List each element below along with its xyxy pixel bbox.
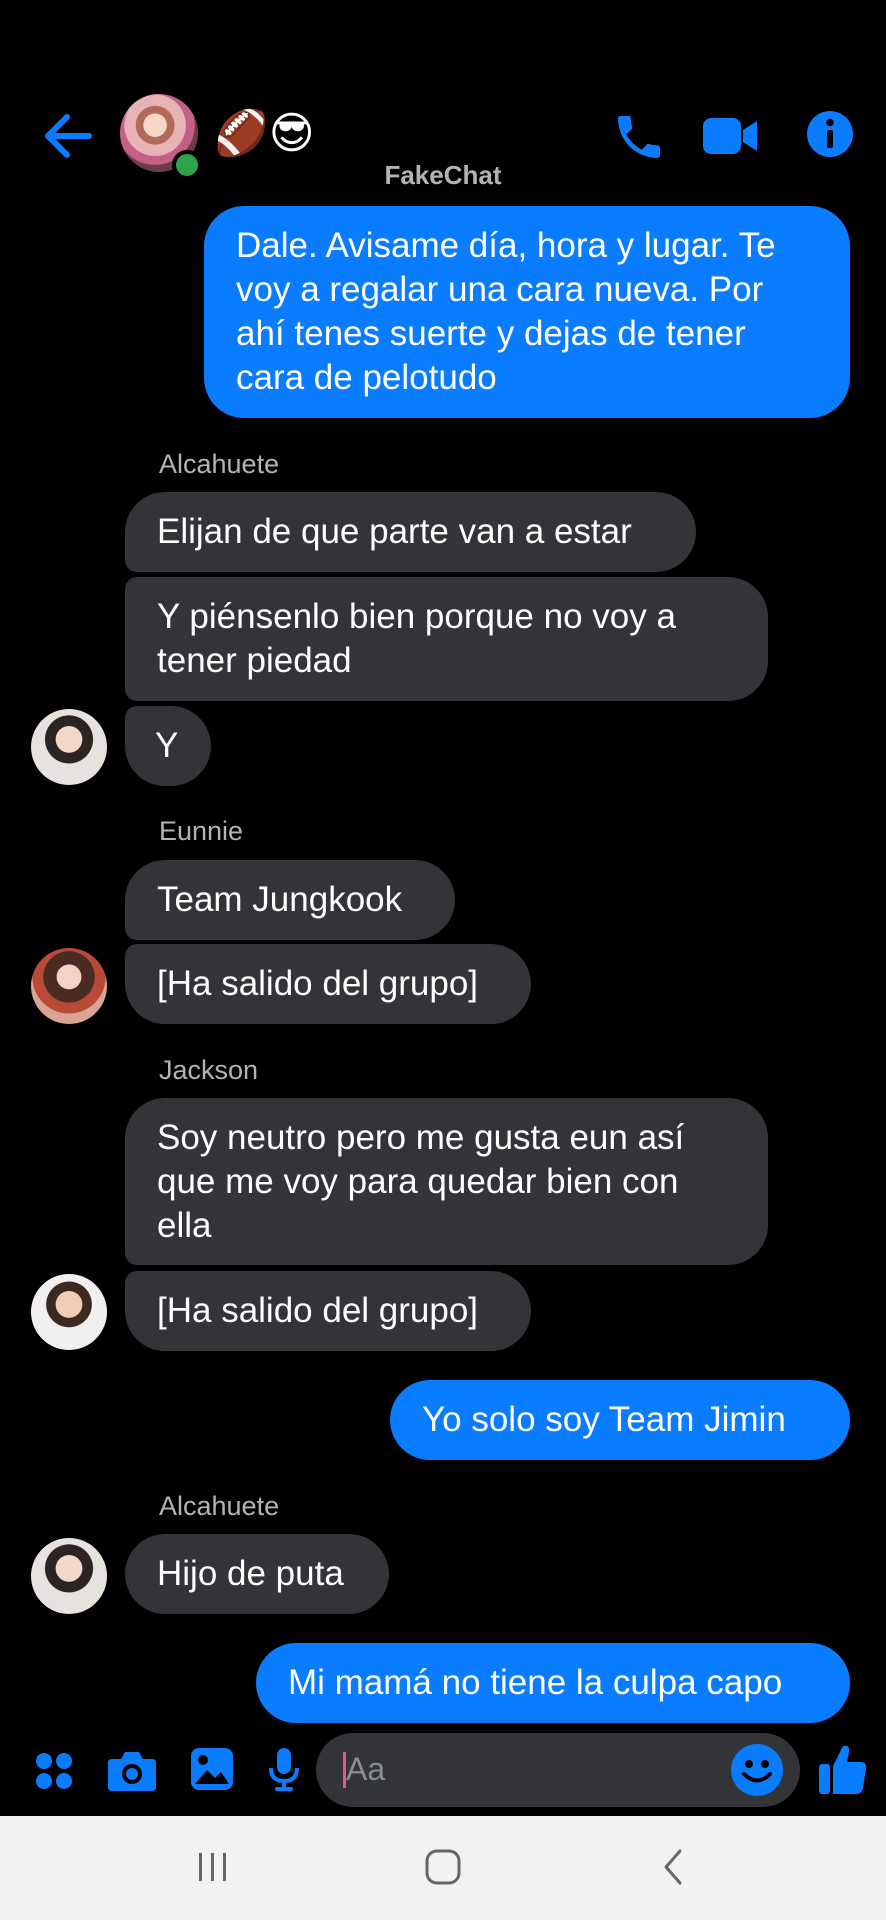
sender-avatar[interactable] [31, 1274, 107, 1350]
apps-grid-icon[interactable] [30, 1747, 78, 1795]
home-icon[interactable] [416, 1842, 470, 1892]
incoming-message[interactable]: [Ha salido del grupo] [125, 944, 531, 1024]
sender-avatar[interactable] [31, 948, 107, 1024]
outgoing-message[interactable]: Yo solo soy Team Jimin [390, 1380, 850, 1460]
info-icon[interactable] [804, 108, 856, 160]
chat-title-emojis[interactable]: 🏈😎 [214, 104, 315, 164]
sender-name: Jackson [159, 1055, 259, 1085]
microphone-icon[interactable] [262, 1743, 306, 1795]
sender-name: Eunnie [159, 816, 244, 846]
sender-name: Alcahuete [159, 1491, 280, 1521]
message-input-placeholder: Aa [346, 1751, 386, 1787]
camera-icon[interactable] [104, 1745, 160, 1797]
back-nav-icon[interactable] [646, 1842, 700, 1892]
thumbs-up-icon[interactable] [814, 1739, 872, 1799]
incoming-message[interactable]: [Ha salido del grupo] [125, 1271, 531, 1351]
phone-call-icon[interactable] [608, 106, 670, 168]
incoming-message[interactable]: Elijan de que parte van a estar [125, 492, 696, 572]
outgoing-message[interactable]: Dale. Avisame día, hora y lugar. Te voy … [204, 206, 850, 418]
incoming-message[interactable]: Y piénsenlo bien porque no voy a tener p… [125, 577, 768, 701]
incoming-message[interactable]: Hijo de puta [125, 1534, 389, 1614]
video-call-icon[interactable] [700, 110, 760, 162]
incoming-message[interactable]: Y [125, 706, 211, 786]
incoming-message[interactable]: Team Jungkook [125, 860, 455, 940]
sender-avatar[interactable] [31, 1538, 107, 1614]
emoji-smiley-icon[interactable] [728, 1741, 786, 1799]
sender-avatar[interactable] [31, 709, 107, 785]
incoming-message[interactable]: Soy neutro pero me gusta eun así que me … [125, 1098, 768, 1265]
chat-name-label: FakeChat [384, 160, 502, 190]
outgoing-message[interactable]: Mi mamá no tiene la culpa capo [256, 1643, 850, 1723]
recent-apps-icon[interactable] [186, 1842, 240, 1892]
sender-name: Alcahuete [159, 449, 280, 479]
gallery-image-icon[interactable] [186, 1743, 238, 1795]
back-arrow-icon[interactable] [40, 108, 96, 164]
